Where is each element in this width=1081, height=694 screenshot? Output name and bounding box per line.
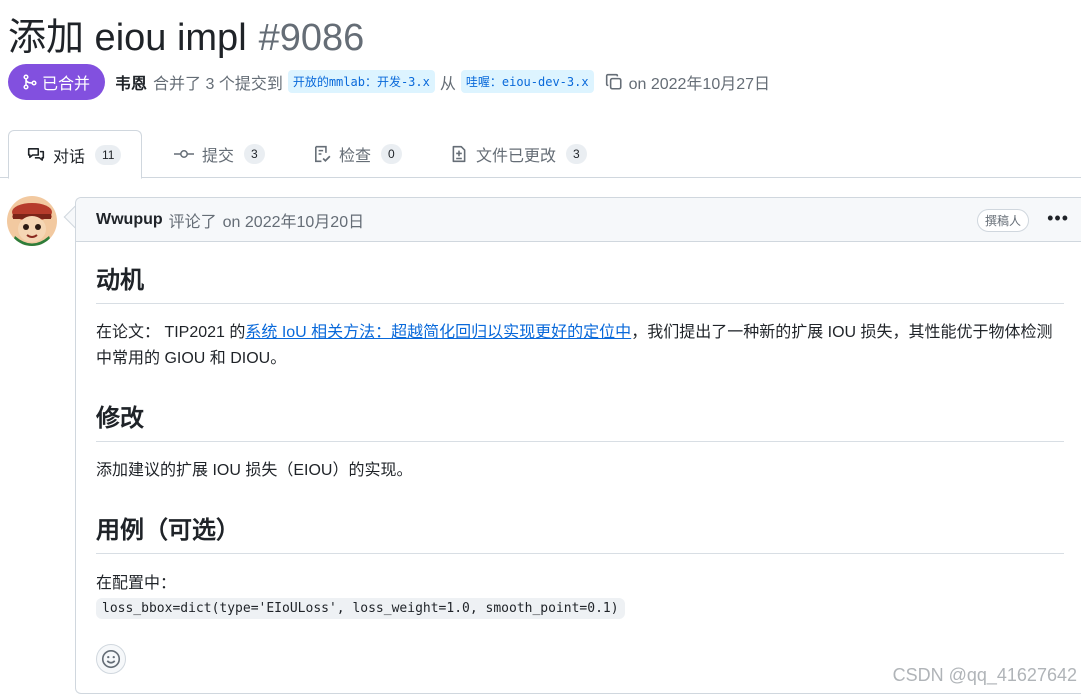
- tab-counter: 0: [381, 144, 402, 164]
- state-label: 已合并: [42, 75, 91, 93]
- tab-counter: 3: [566, 144, 587, 164]
- heading-motivation: 动机: [96, 260, 1064, 304]
- tab-label: 提交: [202, 148, 235, 165]
- base-branch[interactable]: 开放的mmlab：开发-3.x: [287, 70, 435, 93]
- comment-action: 评论了: [168, 213, 217, 231]
- kebab-menu-icon[interactable]: •••: [1047, 208, 1069, 229]
- tab-conversation[interactable]: 对话 11: [8, 130, 143, 179]
- watermark: CSDN @qq_41627642: [892, 665, 1077, 685]
- head-branch[interactable]: 哇喔：eiou-dev-3.x: [460, 70, 594, 93]
- smiley-icon: [101, 649, 121, 669]
- heading-modification: 修改: [96, 398, 1064, 442]
- pr-title-row: 添加 eiou impl #9086: [8, 6, 364, 59]
- merge-date: on 2022年10月27日: [628, 75, 771, 93]
- paper-link[interactable]: 系统 IoU 相关方法：超越简化回归以实现更好的定位中: [245, 324, 631, 341]
- pr-title: 添加 eiou impl: [8, 17, 247, 59]
- file-diff-icon: [450, 145, 468, 163]
- pr-number: #9086: [258, 17, 365, 59]
- merge-summary: 合并了 3 个提交到: [153, 75, 283, 93]
- merge-icon: [23, 73, 37, 90]
- comment-header: Wwupup 评论了 on 2022年10月20日 撰稿人 •••: [76, 198, 1081, 242]
- motivation-paragraph: 在论文： TIP2021 的系统 IoU 相关方法：超越简化回归以实现更好的定位…: [96, 320, 1064, 372]
- usage-code: loss_bbox=dict(type='EIoULoss', loss_wei…: [96, 598, 625, 619]
- tab-label: 对话: [53, 148, 86, 166]
- tab-label: 文件已更改: [476, 148, 557, 165]
- copy-icon[interactable]: [605, 73, 623, 91]
- from-label: 从: [439, 75, 456, 93]
- comment-date[interactable]: on 2022年10月20日: [223, 208, 364, 232]
- comment-author-link[interactable]: Wwupup: [96, 211, 163, 229]
- tab-counter: 11: [95, 144, 122, 165]
- checklist-icon: [313, 145, 331, 163]
- tab-files-changed[interactable]: 文件已更改 3: [450, 130, 587, 178]
- tab-counter: 3: [244, 144, 265, 164]
- usage-paragraph: 在配置中：: [96, 575, 177, 592]
- pr-meta-row: 已合并 韦恩 合并了 3 个提交到 开放的mmlab：开发-3.x 从 哇喔：e…: [8, 63, 770, 100]
- pr-tabs: 对话 11 提交 3 检查 0 文件已更改 3: [0, 130, 1081, 179]
- avatar[interactable]: [7, 196, 57, 246]
- conversation-icon: [27, 146, 45, 164]
- pr-author-link[interactable]: 韦恩: [115, 70, 147, 94]
- add-reaction-button[interactable]: [96, 644, 126, 674]
- tab-label: 检查: [339, 148, 372, 165]
- heading-use-case: 用例（可选）: [96, 510, 1064, 554]
- modification-paragraph: 添加建议的扩展 IOU 损失（EIOU）的实现。: [96, 462, 413, 479]
- tab-commits[interactable]: 提交 3: [174, 130, 265, 178]
- contributor-badge: 撰稿人: [976, 209, 1029, 232]
- tab-checks[interactable]: 检查 0: [313, 130, 402, 178]
- merged-state-badge: 已合并: [8, 63, 106, 100]
- usage-code-wrap: loss_bbox=dict(type='EIoULoss', loss_wei…: [96, 598, 625, 619]
- commit-icon: [174, 146, 194, 162]
- comment-box: Wwupup 评论了 on 2022年10月20日 撰稿人 ••• 动机 在论文…: [75, 197, 1081, 694]
- motivation-prefix: 在论文： TIP2021 的: [96, 324, 246, 341]
